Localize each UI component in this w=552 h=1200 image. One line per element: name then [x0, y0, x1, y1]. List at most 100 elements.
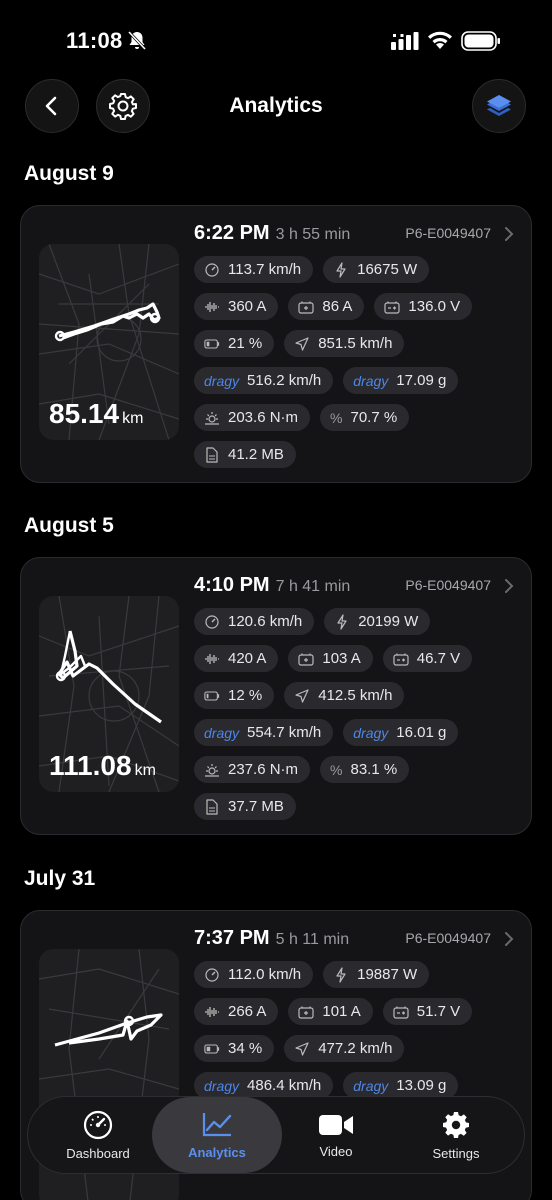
battery-low-icon: [204, 688, 220, 704]
ride-time-value: 6:22 PM: [194, 222, 270, 244]
gps-speed-chip: 477.2 km/h: [284, 1035, 405, 1062]
phase-current-chip: 420 A: [194, 645, 279, 672]
layers-button[interactable]: [472, 79, 526, 133]
file-size-chip: 41.2 MB: [194, 441, 296, 468]
bolt-icon: [334, 613, 350, 630]
dragy-speed-chip: dragy 486.4 km/h: [194, 1072, 334, 1099]
tab-video[interactable]: Video: [278, 1097, 394, 1173]
file-size-chip: 37.7 MB: [194, 793, 296, 820]
date-heading: July 31: [24, 867, 96, 890]
dragy-speed-chip: dragy 554.7 km/h: [194, 719, 334, 746]
bell-slash-icon: [127, 30, 147, 51]
speedometer-icon: [204, 967, 220, 983]
location-arrow-icon: [294, 1041, 310, 1057]
location-arrow-icon: [294, 336, 310, 352]
tab-label: Video: [319, 1143, 353, 1159]
dragy-g-chip: dragy 16.01 g: [343, 719, 459, 746]
battery-terminals-icon: [384, 299, 401, 315]
cellular-signal-icon: [391, 32, 419, 50]
dragy-logo: dragy: [204, 372, 240, 389]
tab-dashboard[interactable]: Dashboard: [40, 1097, 156, 1173]
tab-analytics[interactable]: Analytics: [152, 1097, 282, 1173]
gear-icon: [443, 1111, 469, 1138]
ride-start-time: 7:37 PM 5 h 11 min: [194, 927, 349, 950]
file-size-value: 37.7 MB: [228, 798, 284, 815]
distance-unit: km: [122, 410, 144, 427]
battery-plus-icon: [298, 1004, 314, 1020]
tab-settings[interactable]: Settings: [398, 1097, 514, 1173]
power-chip: 16675 W: [323, 256, 430, 283]
battery-plus-icon: [298, 651, 314, 667]
torque-chip: 203.6 N·m: [194, 404, 311, 431]
gps-speed-value: 851.5 km/h: [318, 335, 393, 352]
ride-distance: 111.08 km: [49, 750, 156, 782]
battery-level-chip: 12 %: [194, 682, 275, 709]
date-heading: August 9: [24, 162, 114, 185]
phase-current-chip: 360 A: [194, 293, 279, 320]
voltage-value: 136.0 V: [408, 298, 461, 315]
efficiency-chip: % 70.7 %: [320, 404, 410, 431]
chart-line-icon: [202, 1112, 232, 1136]
battery-terminals-icon: [393, 651, 409, 667]
metric-chips: 120.6 km/h 20199 W 420 A 103 A 46.7 V 12…: [194, 608, 524, 830]
tab-label: Analytics: [188, 1144, 246, 1160]
power-value: 20199 W: [358, 613, 419, 630]
ride-card[interactable]: 111.08 km 4:10 PM 7 h 41 min P6-E0049407 1…: [20, 557, 532, 835]
gps-speed-chip: 851.5 km/h: [284, 330, 405, 357]
battery-terminals-icon: [393, 1004, 409, 1020]
distance-value: 111.08: [49, 750, 132, 781]
bolt-icon: [333, 261, 349, 278]
battery-current-value: 103 A: [322, 650, 361, 667]
battery-icon: [461, 31, 500, 51]
chevron-right-icon: [505, 932, 514, 946]
device-id: P6-E0049407: [405, 930, 491, 946]
voltage-chip: 51.7 V: [382, 998, 473, 1025]
battery-low-icon: [204, 336, 220, 352]
dragy-speed-chip: dragy 516.2 km/h: [194, 367, 334, 394]
phase-current-value: 266 A: [228, 1003, 267, 1020]
max-speed-chip: 113.7 km/h: [194, 256, 314, 283]
tab-label: Dashboard: [66, 1145, 130, 1161]
layers-icon: [487, 95, 511, 116]
chevron-right-icon: [505, 227, 514, 241]
dragy-g-value: 13.09 g: [396, 1077, 447, 1094]
max-speed-chip: 120.6 km/h: [194, 608, 315, 635]
battery-current-chip: 103 A: [288, 645, 373, 672]
battery-current-value: 86 A: [322, 298, 353, 315]
max-speed-value: 113.7 km/h: [228, 261, 302, 278]
dragy-g-chip: dragy 17.09 g: [343, 367, 459, 394]
document-icon: [204, 446, 220, 463]
torque-value: 237.6 N·m: [228, 761, 299, 778]
ride-card[interactable]: 85.14 km 6:22 PM 3 h 55 min P6-E0049407 11…: [20, 205, 532, 483]
dragy-g-chip: dragy 13.09 g: [343, 1072, 459, 1099]
battery-level-value: 21 %: [228, 335, 263, 352]
dragy-logo: dragy: [353, 724, 389, 741]
battery-level-chip: 21 %: [194, 330, 275, 357]
chevron-right-icon: [505, 579, 514, 593]
document-icon: [204, 798, 220, 815]
ride-duration: 5 h 11 min: [275, 931, 350, 948]
voltage-value: 51.7 V: [416, 1003, 461, 1020]
video-camera-icon: [319, 1114, 353, 1135]
efficiency-chip: % 83.1 %: [320, 756, 410, 783]
gps-speed-value: 477.2 km/h: [318, 1040, 393, 1057]
percent-icon: %: [330, 761, 343, 778]
efficiency-value: 83.1 %: [350, 761, 398, 778]
distance-value: 85.14: [49, 398, 120, 429]
battery-current-value: 101 A: [322, 1003, 361, 1020]
ride-time-value: 4:10 PM: [194, 574, 270, 596]
dragy-logo: dragy: [353, 372, 389, 389]
route-map: 85.14 km: [39, 244, 179, 440]
max-speed-value: 120.6 km/h: [228, 613, 303, 630]
wifi-icon: [428, 31, 452, 49]
ride-duration: 7 h 41 min: [275, 578, 351, 595]
waveform-icon: [204, 299, 220, 315]
phase-current-value: 360 A: [228, 298, 267, 315]
bolt-icon: [333, 966, 349, 983]
percent-icon: %: [330, 409, 343, 426]
dragy-speed-value: 486.4 km/h: [247, 1077, 322, 1094]
torque-value: 203.6 N·m: [228, 409, 299, 426]
ride-duration: 3 h 55 min: [275, 226, 351, 243]
phase-current-chip: 266 A: [194, 998, 279, 1025]
voltage-value: 46.7 V: [416, 650, 461, 667]
